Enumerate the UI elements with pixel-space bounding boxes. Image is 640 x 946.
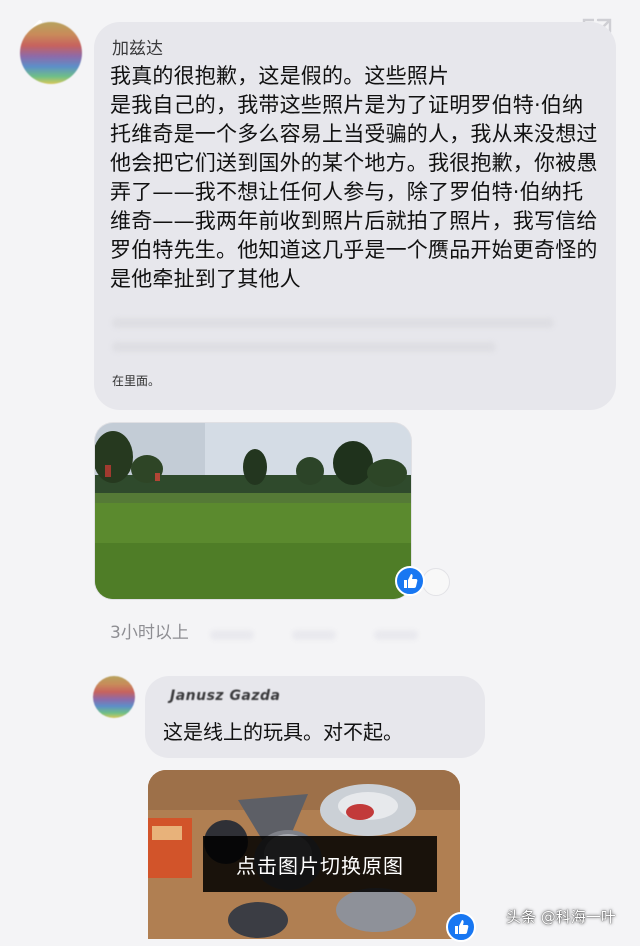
avatar[interactable] (93, 676, 135, 718)
message-note: 在里面。 (112, 374, 161, 388)
author-name[interactable]: Janusz Gazda (170, 688, 281, 704)
watermark: 头条 @科海一叶 (506, 908, 616, 926)
avatar[interactable] (20, 22, 82, 84)
landscape-photo[interactable] (95, 423, 411, 599)
reaction-count-badge (422, 568, 450, 596)
timestamp: 3小时以上 (110, 623, 189, 643)
like-reaction[interactable] (446, 912, 476, 942)
thumbs-up-icon (446, 912, 476, 942)
toast-switch-original[interactable]: 点击图片切换原图 (203, 836, 437, 892)
message-text: 我真的很抱歉，这是假的。这些照片 是我自己的，我带这些照片是为了证明罗伯特·伯纳… (110, 64, 598, 291)
message-text: 这是线上的玩具。对不起。 (163, 720, 403, 744)
thumbs-up-icon (395, 566, 425, 596)
blurred-text (112, 318, 592, 366)
author-name[interactable]: 加兹达 (112, 34, 163, 59)
like-reaction[interactable] (395, 566, 425, 596)
blurred-action-links (210, 625, 456, 644)
